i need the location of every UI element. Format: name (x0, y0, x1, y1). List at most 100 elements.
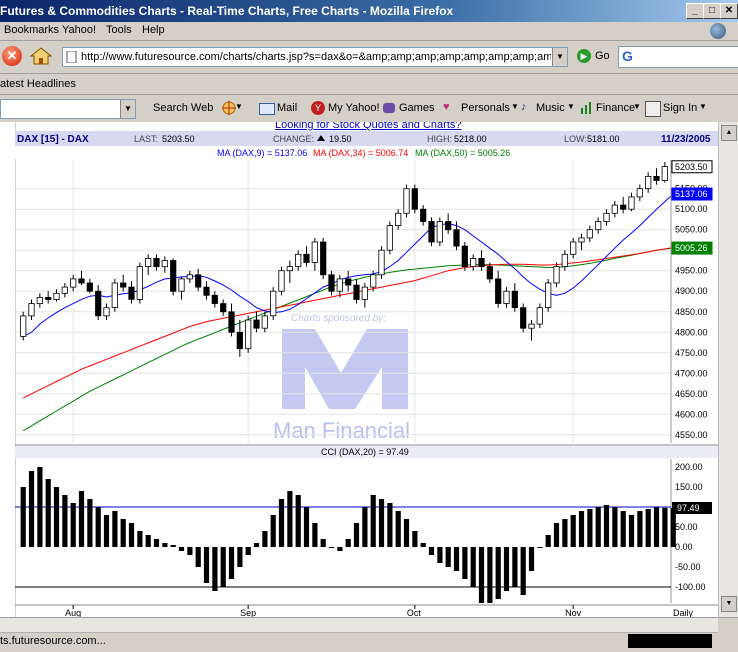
chart-date: 11/23/2005 (661, 134, 711, 145)
candle-body (411, 188, 418, 210)
dax-chart[interactable]: DAX [15] - DAX LAST: 5203.50 CHANGE: 19.… (15, 131, 718, 617)
x-label: Sep (240, 608, 256, 617)
menu-bookmarks[interactable]: Bookmarks (4, 24, 59, 36)
candle-body (603, 212, 610, 222)
cci-bar (320, 539, 326, 547)
music-button[interactable]: Music (536, 102, 565, 114)
candle-body (61, 286, 68, 294)
window-title: Futures & Commodities Charts - Real-Time… (0, 4, 454, 18)
menu-tools[interactable]: Tools (106, 24, 132, 36)
cci-bar (328, 547, 335, 548)
price-tick-label: 5050.00 (675, 225, 708, 235)
search-box[interactable]: G (618, 46, 738, 68)
candle-body (261, 315, 268, 329)
candle-body (586, 229, 593, 239)
vertical-scrollbar[interactable]: ▲ ▼ (718, 122, 738, 617)
cci-bar (420, 543, 426, 547)
cci-bar (178, 547, 185, 551)
my-yahoo-button[interactable]: My Yahoo! (328, 102, 380, 114)
price-tick-label: 4950.00 (675, 266, 708, 276)
cci-bar (78, 491, 85, 547)
candle-body (270, 290, 277, 317)
status-text: ts.futuresource.com... (0, 635, 106, 647)
candle-body (503, 290, 510, 304)
candle-body (153, 258, 160, 268)
cci-bar (395, 511, 401, 547)
candle-body (95, 290, 102, 317)
cci-bar (187, 547, 193, 555)
candle-body (570, 241, 577, 255)
search-web-button[interactable]: Search Web (153, 102, 213, 114)
cci-bar (253, 543, 260, 547)
cci-bar (537, 547, 543, 548)
cci-tick-label: -50.00 (675, 562, 701, 572)
scroll-up-icon[interactable]: ▲ (721, 125, 737, 141)
candle-body (170, 260, 177, 292)
cci-bar (412, 531, 418, 547)
go-arrow-icon[interactable]: ▶ (577, 49, 591, 63)
candle-body (386, 225, 393, 251)
candle-body (220, 303, 227, 313)
close-window-button[interactable]: ✕ (720, 3, 738, 19)
bookmarks-toolbar: atest Headlines (0, 74, 738, 95)
finance-button[interactable]: Finance (596, 102, 635, 114)
candle-body (186, 274, 193, 280)
home-icon[interactable] (29, 46, 53, 66)
candle-body (236, 331, 243, 350)
candle-body (311, 241, 318, 263)
cci-tick-label: -100.00 (675, 582, 706, 592)
candle-body (403, 188, 410, 214)
cci-bar (195, 547, 201, 567)
cci-tick-label: 150.00 (675, 482, 703, 492)
x-label: Aug (65, 608, 81, 617)
x-label-daily: Daily (673, 608, 694, 617)
candle-body (328, 274, 335, 292)
candle-body (370, 274, 377, 288)
stock-quotes-link-text[interactable]: Looking for Stock Quotes and Charts? (275, 122, 462, 131)
mail-button[interactable]: Mail (277, 102, 297, 114)
menu-yahoo[interactable]: Yahoo! (62, 24, 96, 36)
cci-bar (287, 491, 293, 547)
page-content: Looking for Stock Quotes and Charts? DAX… (0, 122, 718, 617)
cci-bar (278, 499, 285, 547)
candle-body (228, 311, 235, 333)
address-bar[interactable]: http://www.futuresource.com/charts/chart… (62, 47, 568, 67)
cci-tick-label: 200.00 (675, 462, 703, 472)
candle-body (428, 221, 435, 243)
man-logo-icon (282, 329, 408, 409)
candle-body (53, 292, 60, 300)
minimize-button[interactable]: _ (686, 3, 704, 19)
yahoo-search-input[interactable]: ▼ (0, 99, 136, 119)
games-button[interactable]: Games (399, 102, 434, 114)
candle-body (578, 237, 585, 243)
last-label: LAST: (134, 134, 158, 144)
cci-bar (353, 523, 360, 547)
candle-body (145, 258, 152, 268)
candle-body (461, 245, 468, 267)
cci-bar (212, 547, 218, 591)
scroll-down-icon[interactable]: ▼ (721, 596, 737, 612)
candle-body (453, 229, 460, 247)
bookmark-latest-headlines[interactable]: atest Headlines (0, 78, 76, 90)
ma34-legend: MA (DAX,34) = 5006.74 (313, 148, 408, 158)
maximize-button[interactable]: □ (703, 3, 721, 19)
sign-in-button[interactable]: Sign In (663, 102, 697, 114)
candle-body (245, 319, 252, 350)
price-label-ma9: 5137.06 (675, 189, 708, 199)
cci-bar (595, 507, 601, 547)
stop-icon[interactable]: ✕ (2, 46, 22, 66)
search-dropdown-icon[interactable]: ▼ (120, 100, 135, 118)
cci-bar (653, 507, 660, 547)
menu-help[interactable]: Help (142, 24, 165, 36)
games-icon (383, 103, 395, 113)
stock-quotes-link[interactable]: Looking for Stock Quotes and Charts? (275, 122, 462, 131)
horizontal-scrollbar[interactable] (0, 618, 718, 633)
url-dropdown-icon[interactable]: ▼ (552, 48, 567, 66)
cci-bar (553, 523, 560, 547)
personals-button[interactable]: Personals (461, 102, 510, 114)
candle-body (345, 278, 352, 286)
candle-body (478, 258, 485, 268)
cci-bar (662, 507, 668, 547)
go-button[interactable]: Go (595, 50, 610, 62)
cci-bar (495, 547, 501, 599)
